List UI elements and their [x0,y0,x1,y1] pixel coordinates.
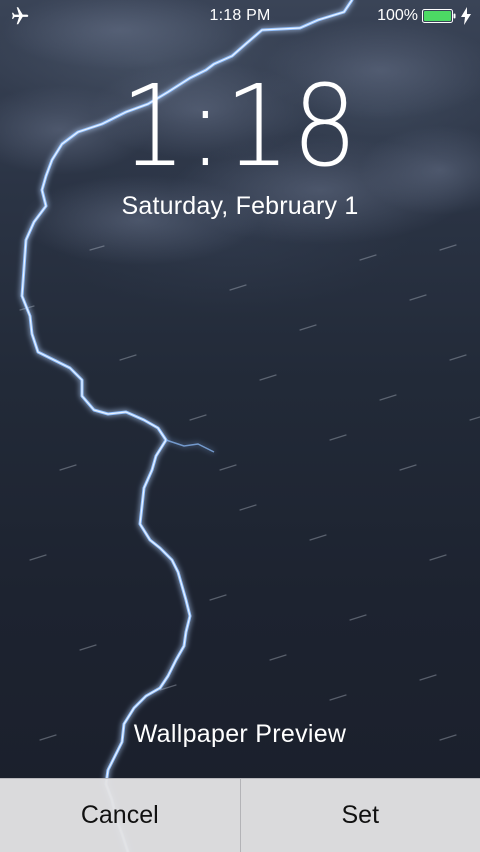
battery-percentage: 100% [377,7,418,24]
battery-full-icon [422,9,456,23]
status-bar: 1:18 PM 100% [0,0,480,32]
wallpaper-preview-screen: 1:18 PM 100% 1:18 Saturday, February 1 W… [0,0,480,852]
cancel-button[interactable]: Cancel [0,779,240,852]
rain-streaks [19,244,480,741]
lock-screen-date: Saturday, February 1 [121,192,359,220]
lock-screen-time: 1:18 [120,62,360,192]
set-button[interactable]: Set [241,779,480,852]
lock-screen-clock: 1:18 [19,62,461,192]
wallpaper-preview-label: Wallpaper Preview [133,720,347,748]
charging-bolt-icon [461,7,471,25]
wallpaper-action-bar: Cancel Set [0,778,480,852]
